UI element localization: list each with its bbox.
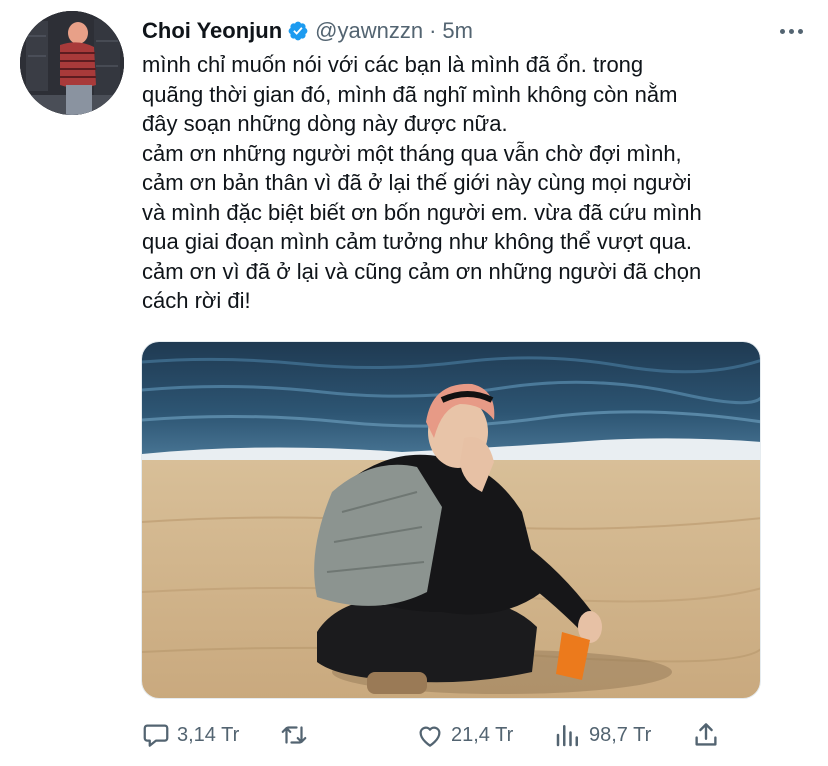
tweet: Choi Yeonjun @yawnzzn · 5m mình chỉ muốn… (0, 0, 828, 766)
author-handle[interactable]: @yawnzzn (315, 18, 423, 44)
separator-dot: · (429, 18, 437, 43)
verified-badge-icon (287, 20, 309, 42)
tweet-photo[interactable] (141, 341, 761, 699)
reply-bubble-icon (143, 724, 169, 747)
reply-button[interactable]: 3,14 Tr (141, 712, 239, 758)
retweet-button[interactable] (279, 712, 315, 758)
tweet-actions: 3,14 Tr 21,4 Tr 98,7 Tr (141, 712, 741, 758)
author-name[interactable]: Choi Yeonjun (142, 18, 282, 44)
retweet-icon (281, 726, 307, 744)
reply-count: 3,14 Tr (177, 723, 240, 746)
tweet-timestamp[interactable]: 5m (442, 18, 473, 44)
like-button[interactable]: 21,4 Tr (415, 712, 513, 758)
tweet-text: mình chỉ muốn nói với các bạn là mình đã… (142, 52, 702, 313)
tweet-header: Choi Yeonjun @yawnzzn · 5m (142, 14, 473, 48)
heart-icon (419, 726, 441, 747)
more-horizontal-icon[interactable] (776, 14, 806, 48)
like-count: 21,4 Tr (451, 723, 514, 746)
analytics-bars-icon (556, 725, 578, 747)
views-count: 98,7 Tr (589, 723, 652, 746)
share-upload-icon (695, 723, 717, 746)
views-button[interactable]: 98,7 Tr (553, 712, 651, 758)
share-button[interactable] (691, 712, 721, 758)
avatar[interactable] (20, 11, 124, 115)
